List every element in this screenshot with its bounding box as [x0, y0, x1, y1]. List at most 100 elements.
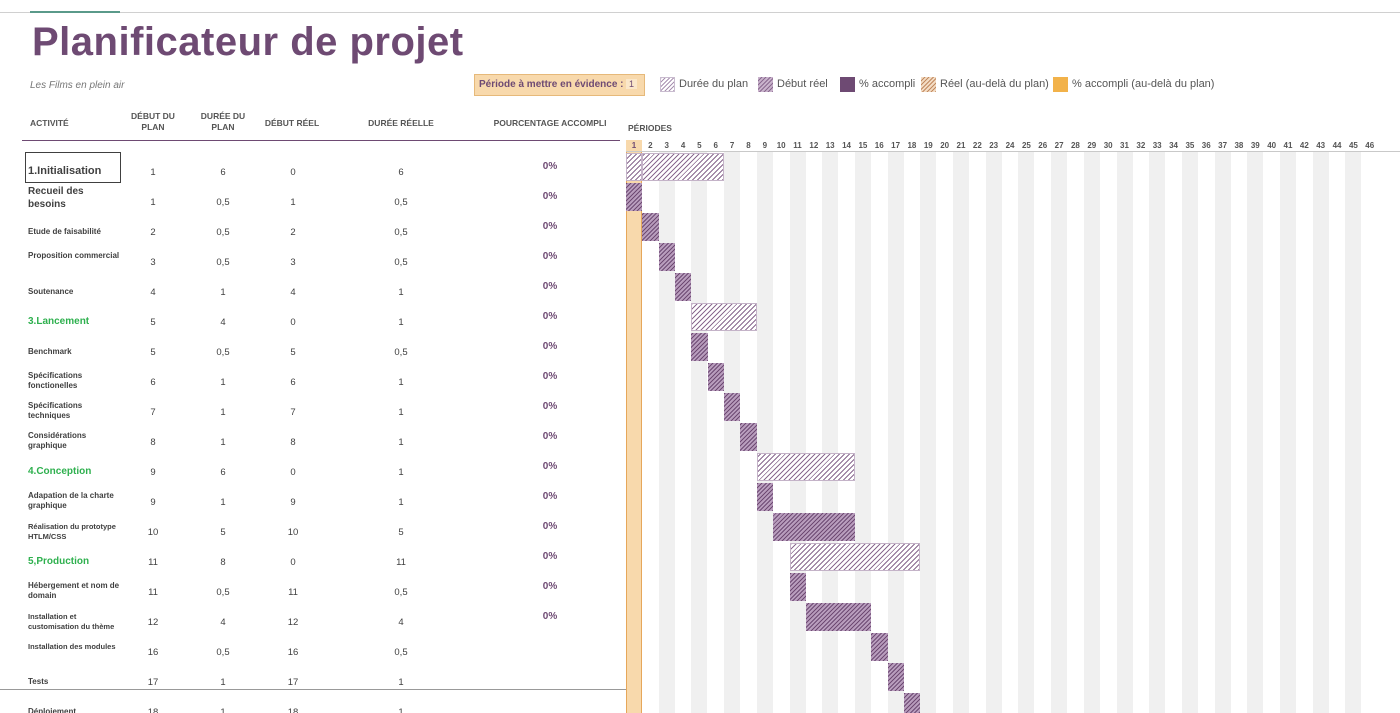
actual-start-cell[interactable]: 18 [270, 707, 316, 713]
actual-start-cell[interactable]: 11 [270, 587, 316, 598]
actual-start-cell[interactable]: 3 [270, 257, 316, 268]
actual-duration-cell[interactable]: 4 [378, 617, 424, 628]
actual-duration-cell[interactable]: 1 [378, 467, 424, 478]
phase-name[interactable]: 1.Initialisation [28, 166, 123, 177]
task-name[interactable]: Spécifications fonctionelles [28, 371, 123, 391]
percent-complete-cell[interactable]: 0% [520, 341, 580, 352]
percent-complete-cell[interactable]: 0% [520, 281, 580, 292]
plan-start-cell[interactable]: 16 [130, 647, 176, 658]
plan-start-cell[interactable]: 17 [130, 677, 176, 688]
actual-start-cell[interactable]: 0 [270, 557, 316, 568]
plan-start-cell[interactable]: 1 [130, 167, 176, 178]
actual-duration-cell[interactable]: 1 [378, 437, 424, 448]
task-name[interactable]: Considérations graphique [28, 431, 123, 451]
percent-complete-cell[interactable]: 0% [520, 371, 580, 382]
percent-complete-cell[interactable]: 0% [520, 431, 580, 442]
actual-duration-cell[interactable]: 0,5 [378, 227, 424, 238]
task-name[interactable]: Adapation de la charte graphique [28, 491, 123, 511]
percent-complete-cell[interactable]: 0% [520, 161, 580, 172]
plan-start-cell[interactable]: 4 [130, 287, 176, 298]
actual-start-cell[interactable]: 9 [270, 497, 316, 508]
actual-duration-cell[interactable]: 1 [378, 287, 424, 298]
percent-complete-cell[interactable]: 0% [520, 401, 580, 412]
plan-start-cell[interactable]: 11 [130, 557, 176, 568]
task-name[interactable]: Benchmark [28, 347, 123, 357]
plan-duration-cell[interactable]: 1 [200, 497, 246, 508]
plan-duration-cell[interactable]: 0,5 [200, 257, 246, 268]
actual-duration-cell[interactable]: 1 [378, 707, 424, 713]
actual-duration-cell[interactable]: 1 [378, 317, 424, 328]
percent-complete-cell[interactable]: 0% [520, 311, 580, 322]
actual-duration-cell[interactable]: 0,5 [378, 647, 424, 658]
plan-start-cell[interactable]: 2 [130, 227, 176, 238]
plan-start-cell[interactable]: 18 [130, 707, 176, 713]
plan-duration-cell[interactable]: 1 [200, 377, 246, 388]
plan-duration-cell[interactable]: 0,5 [200, 587, 246, 598]
actual-start-cell[interactable]: 4 [270, 287, 316, 298]
percent-complete-cell[interactable]: 0% [520, 221, 580, 232]
actual-start-cell[interactable]: 17 [270, 677, 316, 688]
actual-duration-cell[interactable]: 0,5 [378, 587, 424, 598]
actual-start-cell[interactable]: 1 [270, 197, 316, 208]
percent-complete-cell[interactable]: 0% [520, 521, 580, 532]
plan-start-cell[interactable]: 10 [130, 527, 176, 538]
actual-start-cell[interactable]: 0 [270, 467, 316, 478]
task-name[interactable]: Déploiement [28, 707, 123, 713]
task-name[interactable]: Proposition commercial [28, 251, 123, 261]
task-name[interactable]: Tests [28, 677, 123, 687]
actual-start-cell[interactable]: 5 [270, 347, 316, 358]
plan-duration-cell[interactable]: 1 [200, 707, 246, 713]
plan-start-cell[interactable]: 5 [130, 347, 176, 358]
plan-duration-cell[interactable]: 4 [200, 317, 246, 328]
task-name[interactable]: Soutenance [28, 287, 123, 297]
actual-start-cell[interactable]: 10 [270, 527, 316, 538]
actual-duration-cell[interactable]: 1 [378, 677, 424, 688]
phase-name[interactable]: 5,Production [28, 557, 123, 567]
plan-start-cell[interactable]: 5 [130, 317, 176, 328]
plan-start-cell[interactable]: 3 [130, 257, 176, 268]
task-name[interactable]: Etude de faisabilité [28, 227, 123, 237]
actual-duration-cell[interactable]: 5 [378, 527, 424, 538]
plan-duration-cell[interactable]: 6 [200, 467, 246, 478]
highlight-period-input[interactable]: 1 [626, 79, 638, 89]
actual-duration-cell[interactable]: 1 [378, 377, 424, 388]
plan-duration-cell[interactable]: 0,5 [200, 347, 246, 358]
task-name[interactable]: Hébergement et nom de domain [28, 581, 123, 601]
task-name[interactable]: Installation des modules [28, 642, 123, 652]
actual-start-cell[interactable]: 0 [270, 317, 316, 328]
phase-name[interactable]: 3.Lancement [28, 317, 123, 327]
plan-duration-cell[interactable]: 1 [200, 287, 246, 298]
task-name[interactable]: Réalisation du prototype HTLM/CSS [28, 522, 123, 542]
plan-duration-cell[interactable]: 4 [200, 617, 246, 628]
plan-start-cell[interactable]: 1 [130, 197, 176, 208]
percent-complete-cell[interactable]: 0% [520, 461, 580, 472]
actual-start-cell[interactable]: 0 [270, 167, 316, 178]
plan-start-cell[interactable]: 9 [130, 467, 176, 478]
plan-duration-cell[interactable]: 1 [200, 677, 246, 688]
task-name[interactable]: Installation et customisation du thème [28, 612, 123, 632]
percent-complete-cell[interactable]: 0% [520, 581, 580, 592]
plan-duration-cell[interactable]: 0,5 [200, 647, 246, 658]
plan-start-cell[interactable]: 7 [130, 407, 176, 418]
plan-start-cell[interactable]: 9 [130, 497, 176, 508]
percent-complete-cell[interactable]: 0% [520, 611, 580, 622]
actual-start-cell[interactable]: 2 [270, 227, 316, 238]
actual-duration-cell[interactable]: 0,5 [378, 197, 424, 208]
plan-duration-cell[interactable]: 0,5 [200, 227, 246, 238]
actual-start-cell[interactable]: 6 [270, 377, 316, 388]
actual-start-cell[interactable]: 8 [270, 437, 316, 448]
plan-start-cell[interactable]: 8 [130, 437, 176, 448]
actual-duration-cell[interactable]: 11 [378, 557, 424, 568]
actual-start-cell[interactable]: 7 [270, 407, 316, 418]
percent-complete-cell[interactable]: 0% [520, 491, 580, 502]
phase-name[interactable]: 4.Conception [28, 467, 123, 477]
actual-duration-cell[interactable]: 6 [378, 167, 424, 178]
plan-duration-cell[interactable]: 0,5 [200, 197, 246, 208]
task-name[interactable]: Spécifications techniques [28, 401, 123, 421]
plan-duration-cell[interactable]: 6 [200, 167, 246, 178]
plan-start-cell[interactable]: 11 [130, 587, 176, 598]
actual-duration-cell[interactable]: 0,5 [378, 347, 424, 358]
plan-duration-cell[interactable]: 1 [200, 407, 246, 418]
actual-start-cell[interactable]: 12 [270, 617, 316, 628]
percent-complete-cell[interactable]: 0% [520, 251, 580, 262]
